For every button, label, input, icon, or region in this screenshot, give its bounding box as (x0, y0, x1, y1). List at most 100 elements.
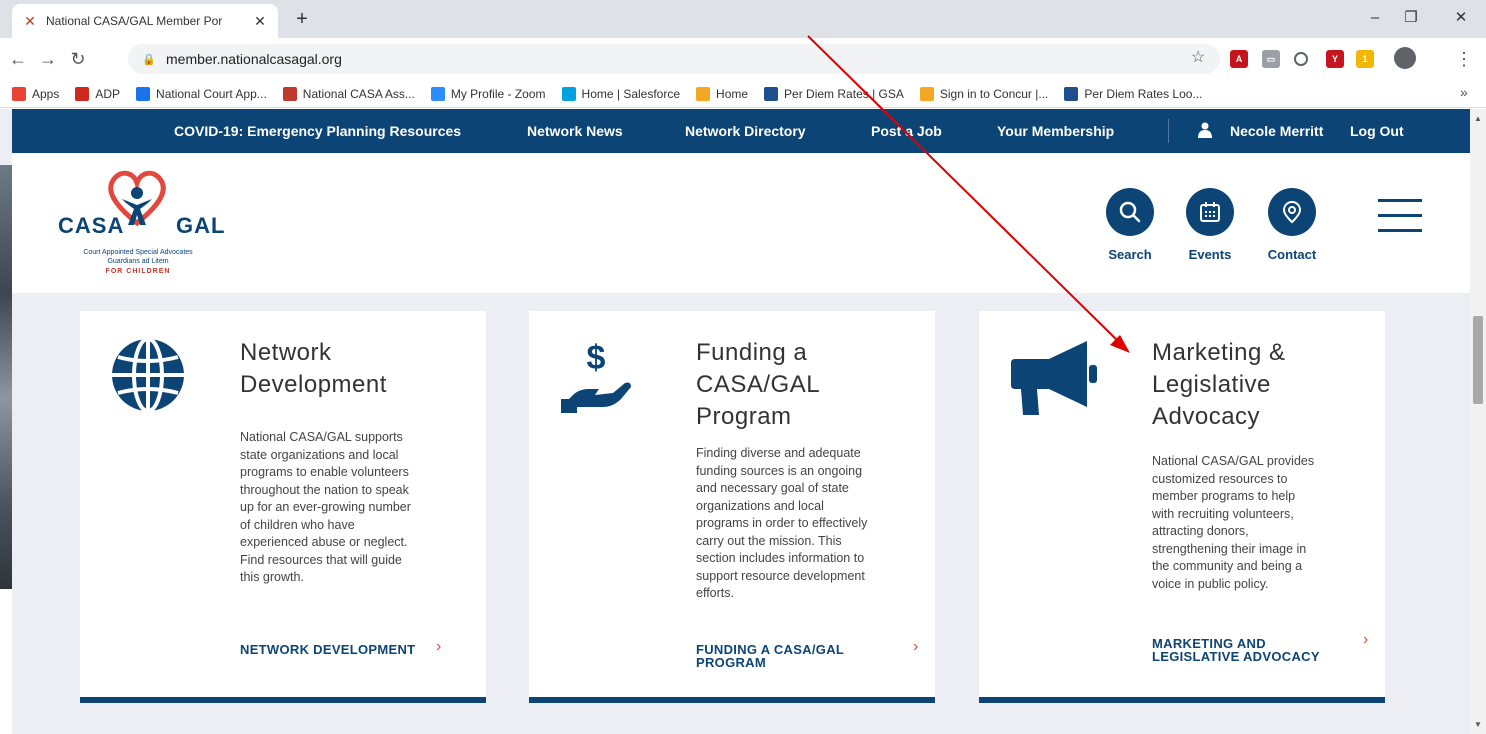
card-title: Funding a CASA/GAL Program (696, 337, 820, 433)
desc-line: throughout the nation to speak (240, 482, 409, 497)
chevron-right-icon[interactable]: › (913, 638, 918, 656)
bookmark-item[interactable]: Sign in to Concur |... (919, 86, 1048, 101)
search-button[interactable] (1106, 188, 1154, 236)
back-icon[interactable]: ← (6, 47, 30, 71)
contact-button[interactable] (1268, 188, 1316, 236)
chrome-menu-icon[interactable]: ⋮ (1452, 47, 1476, 71)
nav-post-a-job[interactable]: Post a Job (871, 123, 942, 139)
nav-network-news[interactable]: Network News (527, 123, 623, 139)
desc-line: customized resources to (1152, 471, 1288, 486)
extension-icon[interactable]: ▭ (1262, 50, 1280, 68)
nav-your-membership[interactable]: Your Membership (997, 123, 1114, 139)
acrobat-extension-icon[interactable]: A (1230, 50, 1248, 68)
funding-program-link[interactable]: FUNDING A CASA/GAL PROGRAM (696, 643, 844, 669)
desc-line: section includes information to (696, 551, 865, 565)
card-description: National CASA/GAL provides customized re… (1152, 453, 1314, 593)
scroll-up-icon[interactable]: ▲ (1472, 114, 1484, 123)
bookmark-item[interactable]: Per Diem Rates Loo... (1064, 86, 1202, 101)
globe-icon (136, 86, 151, 101)
gsa-icon (1064, 86, 1079, 101)
map-pin-icon (1282, 200, 1302, 224)
casa-favicon-icon: ✕ (24, 13, 36, 29)
network-development-link[interactable]: NETWORK DEVELOPMENT (240, 643, 415, 656)
bookmark-label: Home (716, 86, 749, 101)
browser-tab[interactable]: ✕ National CASA/GAL Member Por ✕ (12, 4, 278, 38)
nav-network-directory[interactable]: Network Directory (685, 123, 806, 139)
desc-line: programs in order to effectively (696, 516, 868, 530)
address-bar[interactable]: 🔒 member.nationalcasagal.org (128, 44, 1220, 74)
logo-subtitle-line1: Court Appointed Special Advocates (83, 249, 193, 256)
ytf-extension-icon[interactable]: Y (1326, 50, 1344, 68)
search-icon (1119, 201, 1141, 223)
nav-covid-resources[interactable]: COVID-19: Emergency Planning Resources (174, 123, 461, 139)
card-title-line: Advocacy (1152, 403, 1261, 430)
bookmark-star-icon[interactable]: ☆ (1186, 46, 1210, 70)
logo-casa-text: CASA (58, 213, 125, 238)
reload-icon[interactable]: ↻ (66, 47, 90, 71)
card-title-line: Legislative (1152, 371, 1271, 398)
desc-line: experienced abuse or neglect. (240, 535, 408, 549)
events-button[interactable] (1186, 188, 1234, 236)
desc-line: organizations and local (696, 498, 824, 513)
card-network-development: Network Development National CASA/GAL su… (80, 311, 486, 703)
chevron-right-icon[interactable]: › (1363, 631, 1368, 649)
extension-circle-icon[interactable] (1294, 52, 1308, 66)
card-description: National CASA/GAL supports state organiz… (240, 429, 411, 587)
scroll-down-icon[interactable]: ▼ (1472, 720, 1484, 729)
site-top-nav: COVID-19: Emergency Planning Resources N… (12, 109, 1470, 153)
card-title-line: Network (240, 339, 332, 366)
new-tab-button[interactable]: + (290, 8, 314, 32)
bookmark-item[interactable]: National Court App... (136, 86, 267, 101)
search-label[interactable]: Search (1090, 247, 1170, 262)
profile-avatar-icon[interactable] (1394, 47, 1416, 69)
megaphone-icon (1011, 341, 1097, 415)
url-text: member.nationalcasagal.org (166, 51, 342, 67)
window-close-icon[interactable]: ✕ (1446, 6, 1476, 30)
contact-label[interactable]: Contact (1252, 247, 1332, 262)
forward-icon[interactable]: → (36, 47, 60, 71)
logo-subtitle-line2: Guardians ad Litem (107, 258, 169, 265)
bookmark-item[interactable]: Home | Salesforce (561, 86, 680, 101)
bookmark-item[interactable]: National CASA Ass... (282, 86, 415, 101)
events-label[interactable]: Events (1170, 247, 1250, 262)
bookmark-item[interactable]: ADP (75, 86, 121, 101)
bookmark-item[interactable]: Home (696, 86, 749, 101)
bookmarks-more-icon[interactable]: » (1460, 84, 1468, 100)
tab-close-icon[interactable]: ✕ (252, 13, 268, 30)
dollar-hand-icon: $ (561, 339, 631, 413)
bookmark-item[interactable]: Apps (12, 86, 59, 101)
bookmark-item[interactable]: My Profile - Zoom (430, 86, 546, 101)
desc-line: Find resources that will guide (240, 552, 402, 567)
desc-line: funding sources is an ongoing (696, 463, 863, 478)
extension-badge-icon[interactable]: 1 (1356, 50, 1374, 68)
nav-user-name[interactable]: Necole Merritt (1230, 123, 1323, 139)
gsa-icon (764, 86, 779, 101)
lock-icon: 🔒 (142, 53, 156, 66)
concur-icon (696, 86, 711, 101)
desc-line: National CASA/GAL provides (1152, 454, 1315, 468)
minimize-icon[interactable]: – (1360, 6, 1390, 30)
desc-line: support resource development (696, 568, 865, 583)
desc-line: the community and being a (1152, 559, 1303, 573)
bookmark-label: National CASA Ass... (302, 86, 415, 101)
casa-gal-logo[interactable]: CASA GAL Court Appointed Special Advocat… (48, 161, 238, 291)
card-title-line: CASA/GAL (696, 371, 821, 398)
desc-line: member programs to help (1152, 489, 1296, 503)
bookmark-label: Per Diem Rates | GSA (784, 86, 904, 101)
desc-line: efforts. (696, 586, 734, 600)
bookmark-label: ADP (95, 86, 121, 101)
marketing-advocacy-link[interactable]: MARKETING AND LEGISLATIVE ADVOCACY (1152, 637, 1320, 663)
page-scrollbar[interactable] (1470, 109, 1486, 734)
bookmark-item[interactable]: Per Diem Rates | GSA (764, 86, 904, 101)
link-line[interactable]: LEGISLATIVE ADVOCACY (1152, 650, 1320, 663)
concur-icon (919, 86, 934, 101)
chevron-right-icon[interactable]: › (436, 638, 441, 656)
nav-log-out[interactable]: Log Out (1350, 123, 1404, 139)
link-line[interactable]: PROGRAM (696, 656, 844, 669)
scrollbar-thumb[interactable] (1473, 316, 1483, 404)
restore-icon[interactable]: ❐ (1396, 6, 1426, 30)
hamburger-menu-icon[interactable] (1378, 199, 1422, 239)
link-line[interactable]: NETWORK DEVELOPMENT (240, 643, 415, 656)
desc-line: of children who have (240, 517, 355, 532)
card-title-line: Program (696, 403, 792, 430)
